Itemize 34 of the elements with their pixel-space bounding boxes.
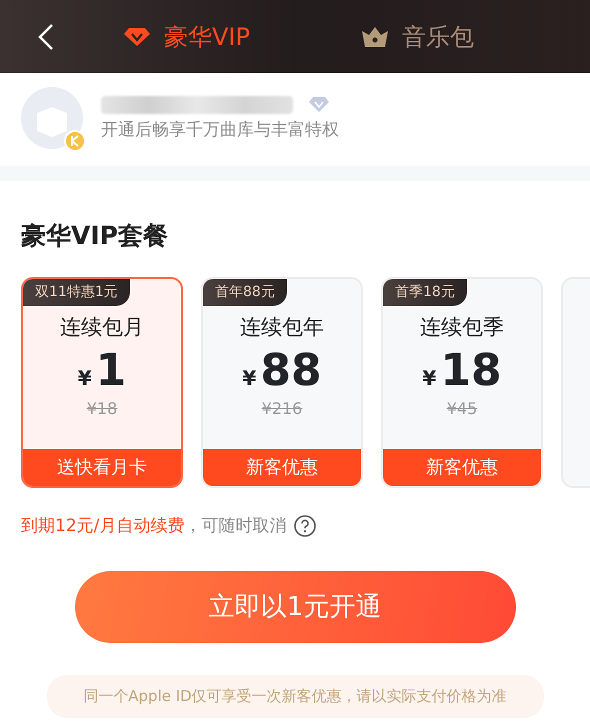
plan-price: 18 bbox=[440, 347, 502, 396]
promo-tag: 首年88元 bbox=[203, 278, 287, 306]
plan-card[interactable]: 首年88元 连续包年 ¥88 ¥216 新客优惠 bbox=[201, 276, 363, 488]
crown-icon bbox=[362, 26, 388, 46]
plan-price: 1 bbox=[96, 347, 126, 396]
diamond-icon bbox=[124, 28, 150, 46]
plan-card[interactable]: 首季18元 连续包季 ¥18 ¥45 新客优惠 bbox=[381, 276, 543, 488]
plan-offer-bar: 新客优惠 bbox=[203, 448, 361, 486]
back-icon[interactable] bbox=[38, 22, 54, 50]
plan-name: 连续包月 bbox=[59, 314, 145, 340]
help-icon[interactable] bbox=[294, 515, 316, 538]
plan-price: 88 bbox=[260, 347, 322, 396]
tab[interactable]: 音乐包 bbox=[362, 18, 474, 54]
original-price: ¥45 bbox=[446, 398, 478, 420]
promo-tag: 首季18元 bbox=[383, 278, 467, 306]
plan-offer-bar: 送快看月卡 bbox=[23, 448, 181, 486]
promo-tag: 双11特惠1元 bbox=[23, 278, 130, 306]
currency-symbol: ¥ bbox=[242, 365, 256, 392]
currency-symbol: ¥ bbox=[78, 365, 92, 392]
original-price: ¥216 bbox=[260, 398, 304, 420]
subtitle-text: 开通后畅享千万曲库与丰富特权 bbox=[101, 118, 339, 142]
tab[interactable]: 豪华VIP bbox=[124, 18, 250, 54]
plan-card[interactable]: 双11特惠1元 连续包月 ¥1 ¥18 送快看月卡 bbox=[21, 276, 183, 488]
diamond-icon bbox=[309, 97, 329, 112]
currency-symbol: ¥ bbox=[422, 365, 436, 392]
renewal-price-text: 到期12元/月自动续费 bbox=[21, 514, 184, 538]
plan-name: 连续包季 bbox=[419, 314, 505, 340]
avatar-icon bbox=[21, 86, 85, 152]
section-title: 豪华VIP套餐 bbox=[21, 220, 169, 252]
disclaimer-text: 同一个Apple ID仅可享受一次新客优惠，请以实际支付价格为准 bbox=[46, 675, 544, 718]
plan-offer-bar: 新客优惠 bbox=[383, 448, 541, 486]
cancel-note-text: ，可随时取消 bbox=[184, 514, 286, 538]
original-price: ¥18 bbox=[86, 398, 118, 420]
plan-name: 连续包年 bbox=[239, 314, 325, 340]
